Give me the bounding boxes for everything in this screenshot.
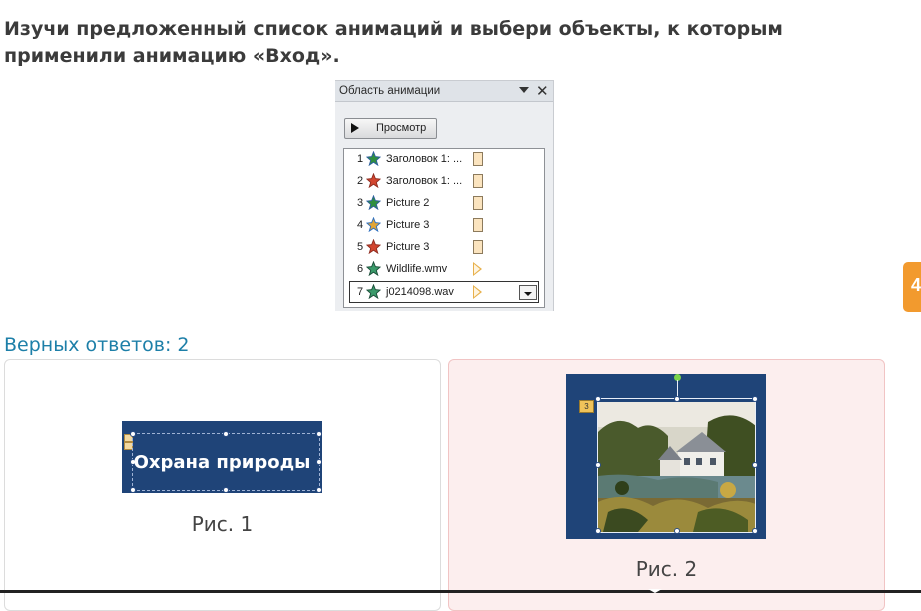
animation-item-name: Picture 3 xyxy=(386,219,430,231)
play-icon xyxy=(351,123,359,133)
question-text: Изучи предложенный список анимаций и выб… xyxy=(4,18,783,67)
animation-list-item[interactable]: 1 Заголовок 1: ... xyxy=(344,149,544,169)
animation-item-name: Wildlife.wmv xyxy=(386,263,448,275)
animation-item-number: 1 xyxy=(357,153,364,165)
animation-list-item[interactable]: 4 Picture 3 xyxy=(344,215,544,235)
animation-item-name: Picture 3 xyxy=(386,241,430,253)
resize-handle xyxy=(752,396,758,402)
resize-handle xyxy=(674,528,680,534)
resize-handle xyxy=(130,431,136,437)
timing-bar xyxy=(473,152,483,166)
resize-handle xyxy=(223,487,229,493)
close-icon[interactable]: ✕ xyxy=(536,82,549,100)
animation-list: 1 Заголовок 1: ... 2 Заголовок 1: ... 3 Pictu… xyxy=(343,148,545,308)
selection-frame xyxy=(597,398,756,533)
resize-handle xyxy=(752,528,758,534)
animation-item-number: 3 xyxy=(357,197,364,209)
resize-handle xyxy=(316,431,322,437)
animation-pane: Область анимации ✕ Просмотр 1 Заголовок 1… xyxy=(335,80,554,311)
resize-handle xyxy=(223,431,229,437)
animation-item-number: 4 xyxy=(357,219,364,231)
animation-list-item[interactable]: 7 j0214098.wav xyxy=(349,281,539,303)
animation-item-number: 6 xyxy=(357,263,364,275)
entrance-effect-icon xyxy=(366,195,381,210)
animation-list-item[interactable]: 3 Picture 2 xyxy=(344,193,544,213)
slide-title-text: Охрана природы xyxy=(133,452,311,473)
resize-handle xyxy=(595,396,601,402)
timing-bar xyxy=(473,174,483,188)
animation-badge: 3 xyxy=(579,400,594,413)
exit-effect-icon xyxy=(366,239,381,254)
chevron-down-icon[interactable] xyxy=(519,87,529,93)
item-dropdown-button[interactable] xyxy=(519,285,537,300)
resize-handle xyxy=(595,528,601,534)
timing-bar xyxy=(473,218,483,232)
answers-count: Верных ответов: 2 xyxy=(4,334,190,356)
exit-effect-icon xyxy=(366,173,381,188)
resize-handle xyxy=(674,396,680,402)
side-tab-label: 4 xyxy=(911,275,921,295)
preview-button[interactable]: Просмотр xyxy=(344,118,437,139)
resize-handle xyxy=(595,462,601,468)
animation-item-name: j0214098.wav xyxy=(386,286,454,298)
media-effect-icon xyxy=(366,261,381,276)
bottom-notch xyxy=(648,589,662,593)
entrance-effect-icon xyxy=(366,151,381,166)
slide-title-thumbnail: Охрана природы xyxy=(122,421,322,493)
animation-item-number: 5 xyxy=(357,241,364,253)
pane-title: Область анимации xyxy=(339,85,441,97)
animation-item-number: 7 xyxy=(357,286,364,298)
timing-bar xyxy=(473,196,483,210)
media-effect-icon xyxy=(366,284,381,299)
animation-list-item[interactable]: 6 Wildlife.wmv xyxy=(344,259,544,279)
animation-item-name: Заголовок 1: ... xyxy=(386,175,463,187)
animation-item-name: Заголовок 1: ... xyxy=(386,153,463,165)
emphasis-effect-icon xyxy=(366,217,381,232)
preview-button-label: Просмотр xyxy=(376,122,427,134)
animation-list-item[interactable]: 2 Заголовок 1: ... xyxy=(344,171,544,191)
resize-handle xyxy=(130,487,136,493)
slide-picture-thumbnail: 3 xyxy=(566,374,766,539)
card-caption: Рис. 2 xyxy=(635,557,698,581)
animation-item-name: Picture 2 xyxy=(386,197,430,209)
resize-handle xyxy=(752,462,758,468)
media-timing-icon xyxy=(473,285,482,299)
animation-item-number: 2 xyxy=(357,175,364,187)
pane-header: Область анимации ✕ xyxy=(335,81,553,102)
resize-handle xyxy=(316,487,322,493)
card-caption: Рис. 1 xyxy=(191,512,254,536)
side-tab[interactable]: 4 xyxy=(903,262,921,312)
answer-card-1[interactable]: Охрана природы Рис. 1 xyxy=(4,359,441,611)
answer-card-2[interactable]: 3 Рис. 2 xyxy=(448,359,885,611)
animation-list-item[interactable]: 5 Picture 3 xyxy=(344,237,544,257)
media-timing-icon xyxy=(473,262,482,276)
timing-bar xyxy=(473,240,483,254)
